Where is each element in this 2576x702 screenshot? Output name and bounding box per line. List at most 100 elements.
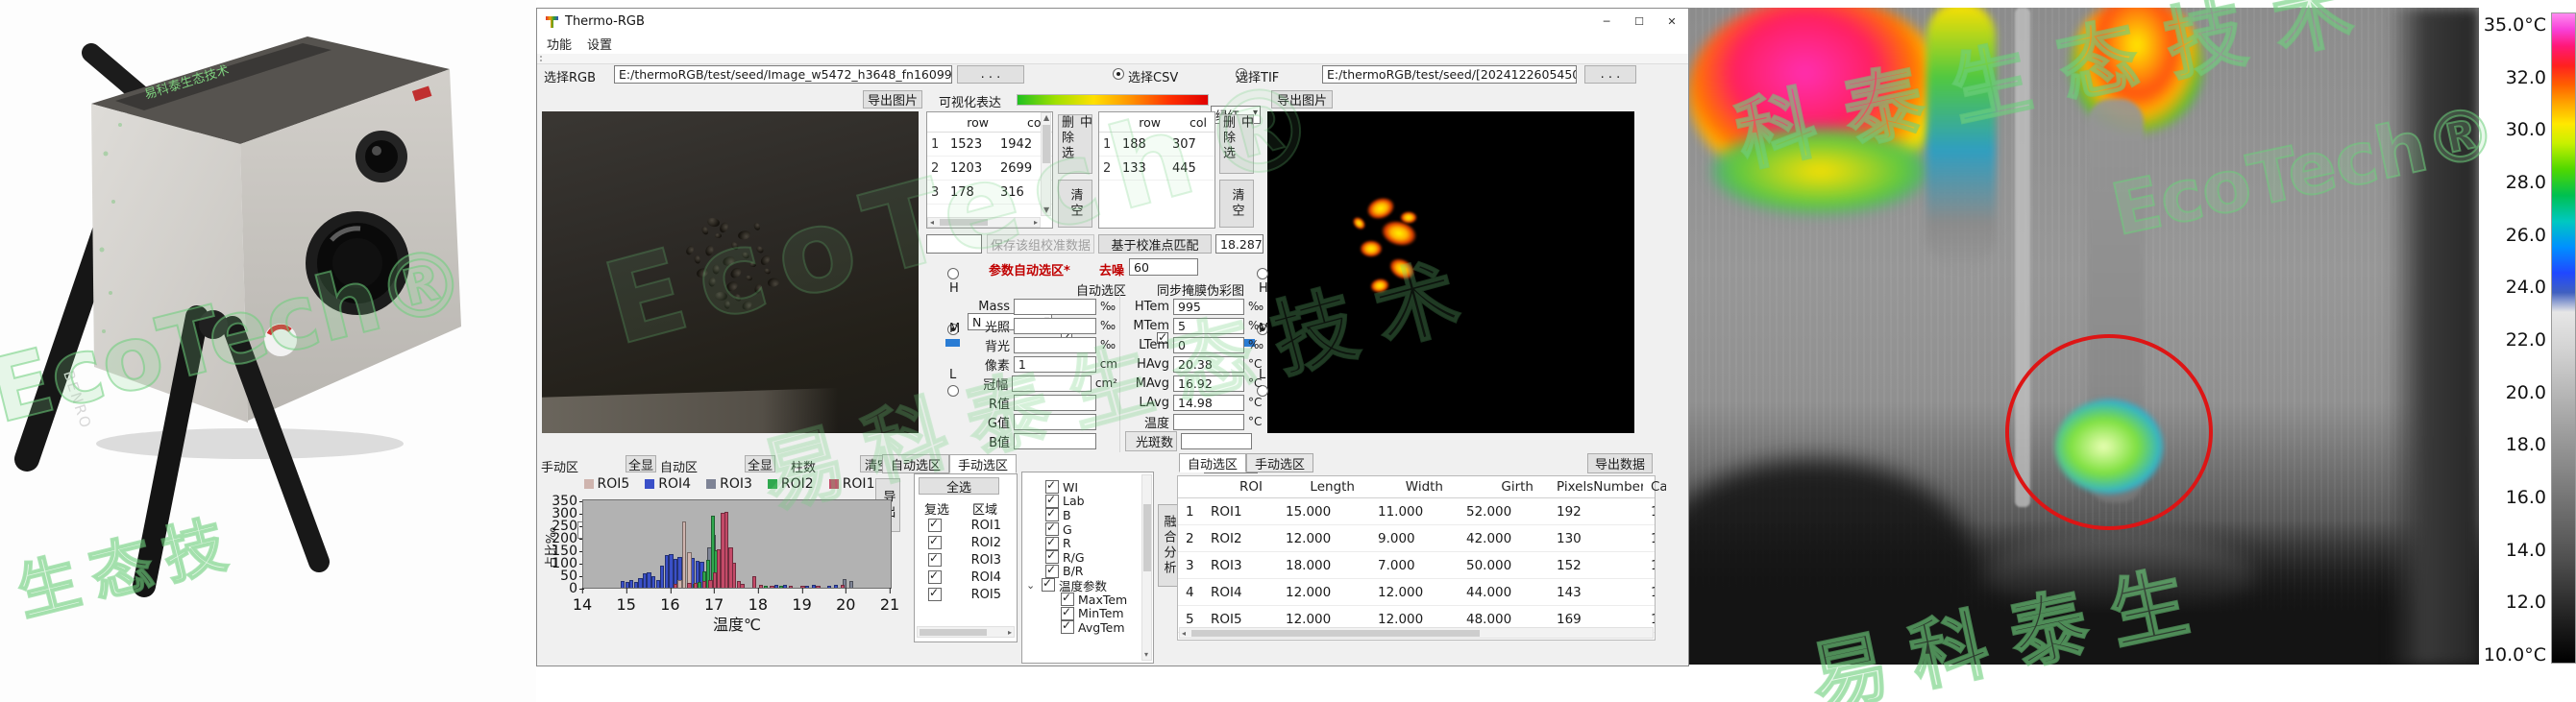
calib-value-input[interactable] (926, 234, 982, 254)
checkbox-icon[interactable] (1045, 522, 1059, 536)
feature-row[interactable]: G (1024, 522, 1138, 537)
feature-row[interactable]: MinTem (1024, 606, 1138, 620)
param-input[interactable] (1173, 414, 1244, 430)
table-row[interactable]: 2133445 (1099, 157, 1214, 181)
checkbox-icon[interactable] (928, 588, 942, 601)
tif-radio-label[interactable]: 选择TIF (1236, 67, 1279, 85)
checkbox-icon[interactable] (1061, 620, 1074, 634)
tab-手动选区[interactable]: 手动选区 (1246, 453, 1313, 472)
feature-row[interactable]: B (1024, 508, 1138, 522)
feature-row[interactable]: MaxTem (1024, 593, 1138, 607)
clear-button-1[interactable]: 清空 (1058, 180, 1092, 228)
rgb-path-input[interactable]: E:/thermoRGB/test/seed/Image_w5472_h3648… (614, 65, 952, 84)
feature-row[interactable]: R (1024, 536, 1138, 550)
table-row[interactable]: 1188307 (1099, 133, 1214, 157)
l-radio[interactable] (947, 385, 959, 397)
thermal-seed-panel[interactable] (1267, 111, 1634, 433)
checkbox-icon[interactable] (928, 553, 942, 567)
param-input[interactable]: 20.38 (1173, 356, 1244, 373)
table-row[interactable]: 4ROI412.00012.00044.000143143.000 (1178, 579, 1655, 606)
clear-button-2[interactable]: 清空 (1219, 180, 1254, 228)
param-input[interactable] (1014, 414, 1096, 430)
maximize-button[interactable]: ☐ (1623, 9, 1656, 34)
param-input[interactable] (1012, 375, 1092, 392)
csv-radio-label[interactable]: 选择CSV (1128, 67, 1178, 85)
feature-row[interactable]: AvgTem (1024, 620, 1138, 635)
h-radio[interactable] (947, 268, 959, 279)
checkbox-icon[interactable] (1061, 593, 1074, 606)
region-row[interactable]: ROI2 (917, 534, 1015, 551)
param-input[interactable] (1014, 433, 1096, 449)
menu-item-设置[interactable]: 设置 (587, 35, 612, 53)
param-input[interactable]: 1 (1014, 356, 1096, 373)
slider-handle[interactable] (945, 339, 960, 347)
checkbox-icon[interactable] (928, 536, 942, 549)
export-image-button-2[interactable]: 导出图片 (1271, 90, 1333, 109)
table-row[interactable]: 3ROI318.0007.00050.000152152.000 (1178, 552, 1655, 579)
delete-selected-button-2[interactable]: 删除选中 (1219, 114, 1254, 174)
param-input[interactable]: 14.98 (1173, 395, 1244, 411)
chevron-down-icon[interactable]: ⌄ (1026, 579, 1038, 592)
table-row[interactable]: 115231942 (927, 133, 1052, 157)
calib-table-1-hscrollbar[interactable]: ◂▸ (927, 217, 1041, 228)
feature-group-row[interactable]: ⌄温度参数 (1024, 578, 1138, 593)
table-row[interactable]: 2ROI212.0009.00042.000130130.000 (1178, 525, 1655, 552)
tab-自动选区[interactable]: 自动选区 (1179, 453, 1246, 472)
param-input[interactable]: 0 (1173, 337, 1244, 353)
param-input[interactable] (1014, 318, 1096, 334)
show-all-button-2[interactable]: 全显 (745, 455, 775, 472)
hml-selector-left[interactable]: H M L (945, 266, 966, 391)
h-radio[interactable] (1257, 268, 1268, 279)
fusion-analysis-button[interactable]: 融合分析 (1158, 504, 1179, 587)
region-row[interactable]: ROI5 (917, 586, 1015, 603)
tab-自动选区[interactable]: 自动选区 (882, 454, 949, 473)
table-row[interactable]: 3178316 (927, 181, 1052, 205)
checkbox-icon[interactable] (928, 570, 942, 584)
region-row[interactable]: ROI4 (917, 569, 1015, 586)
feature-row[interactable]: WI (1024, 480, 1138, 495)
export-image-button-1[interactable]: 导出图片 (863, 90, 922, 109)
region-hscrollbar[interactable]: ▸ (917, 626, 1015, 638)
csv-radio[interactable] (1113, 68, 1124, 80)
h-label: H (1259, 281, 1268, 296)
menu-item-功能[interactable]: 功能 (547, 35, 572, 53)
calib-table-1-vscrollbar[interactable]: ▲▼ (1041, 112, 1051, 216)
delete-selected-button-1[interactable]: 删除选中 (1058, 114, 1092, 174)
stats-hscrollbar[interactable]: ◂ (1179, 627, 1654, 639)
checkbox-icon[interactable] (1042, 578, 1055, 592)
denoise-input[interactable]: 60 (1129, 258, 1198, 276)
table-row[interactable]: 212032699 (927, 157, 1052, 181)
show-all-button-1[interactable]: 全显 (626, 455, 656, 472)
param-input[interactable]: 995 (1173, 299, 1244, 315)
rgb-image-panel[interactable] (542, 111, 919, 433)
param-input[interactable] (1014, 337, 1096, 353)
param-input[interactable] (1014, 299, 1096, 315)
csv-browse-button[interactable]: . . . (1584, 65, 1636, 84)
table-row[interactable]: 1ROI115.00011.00052.000192192.000 (1178, 498, 1655, 525)
param-input[interactable] (1181, 433, 1252, 449)
app-icon (545, 14, 559, 29)
param-input[interactable]: 5 (1173, 318, 1244, 334)
close-button[interactable]: ✕ (1656, 9, 1688, 34)
rgb-browse-button[interactable]: . . . (957, 65, 1024, 84)
tab-手动选区[interactable]: 手动选区 (949, 454, 1017, 473)
param-input[interactable]: 16.92 (1173, 375, 1244, 392)
calib-table-2[interactable]: rowcol11883072133445 (1098, 111, 1215, 229)
save-group-button[interactable]: 保存该组校准数据 (987, 234, 1094, 254)
calib-table-1[interactable]: rowcol1152319422120326993178316 (926, 111, 1053, 229)
title-bar[interactable]: Thermo-RGB ─ ☐ ✕ (537, 9, 1688, 35)
match-points-button[interactable]: 基于校准点匹配 (1098, 234, 1212, 254)
csv-path-input[interactable]: E:/thermoRGB/test/seed/[20241226054504].… (1322, 65, 1577, 84)
param-label: G值 (971, 413, 1010, 431)
feature-vscrollbar[interactable]: ▾ (1141, 474, 1152, 661)
export-data-button[interactable]: 导出数据 (1587, 453, 1653, 473)
select-all-button[interactable]: 全选 (919, 477, 999, 495)
param-input[interactable] (1014, 395, 1096, 411)
colorbar-label: 28.0 (2506, 172, 2546, 193)
region-row[interactable]: ROI1 (917, 517, 1015, 534)
minimize-button[interactable]: ─ (1590, 9, 1623, 34)
region-row[interactable]: ROI3 (917, 551, 1015, 569)
feature-row[interactable]: Lab (1024, 495, 1138, 509)
checkbox-icon[interactable] (928, 519, 942, 532)
feature-row[interactable]: R/G (1024, 550, 1138, 565)
